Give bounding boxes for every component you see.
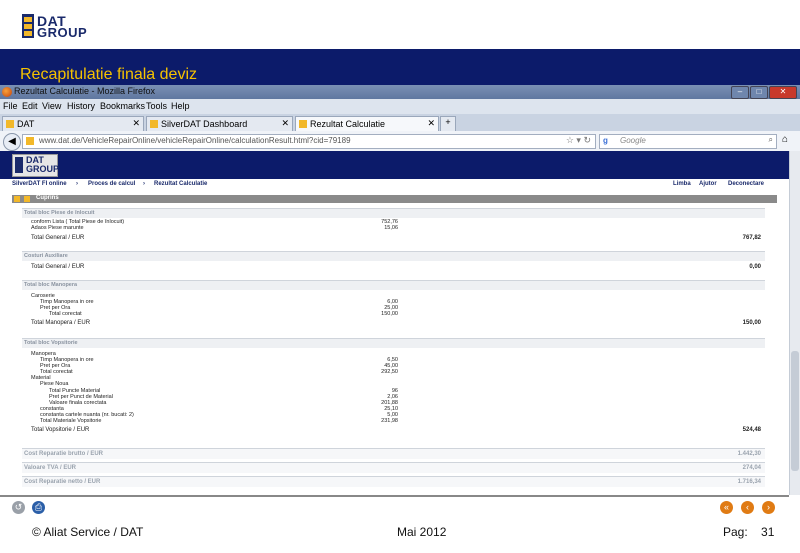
summary-tva: Valoare TVA / EUR 274,04 bbox=[22, 462, 765, 473]
close-tab-icon[interactable]: ✕ bbox=[281, 118, 289, 129]
close-window-button[interactable]: ✕ bbox=[769, 86, 797, 99]
footer-page: Pag: 31 bbox=[723, 525, 774, 539]
slide-title: Recapitulatie finala deviz bbox=[20, 66, 197, 83]
total-row: Total General / EUR 767,82 bbox=[31, 235, 761, 241]
table-row: Total corectat 150,00 bbox=[49, 311, 398, 317]
menu-tools[interactable]: Tools bbox=[146, 101, 167, 111]
new-tab-button[interactable]: + bbox=[440, 116, 456, 132]
total-row: Total Manopera / EUR 150,00 bbox=[31, 320, 761, 326]
section-header-cuprins[interactable]: Cuprins bbox=[12, 195, 777, 203]
tab-label: Rezultat Calculatie bbox=[310, 119, 386, 129]
section-piese-header: Total bloc Piese de înlocuit bbox=[22, 208, 765, 218]
navigation-bar: ◀ www.dat.de/VehicleRepairOnline/vehicle… bbox=[0, 131, 800, 152]
dat-group-logo: DAT GROUP bbox=[22, 13, 88, 40]
menu-edit[interactable]: Edit bbox=[22, 101, 38, 111]
app-logo-group: GROUP bbox=[26, 164, 60, 174]
first-page-icon[interactable]: « bbox=[720, 501, 733, 514]
home-icon[interactable]: ⌂ bbox=[782, 134, 788, 145]
link-deconectare[interactable]: Deconectare bbox=[728, 181, 764, 187]
tab-label: DAT bbox=[17, 119, 35, 129]
summary-netto: Cost Reparatie netto / EUR 1.716,34 bbox=[22, 476, 765, 487]
chevron-right-icon: › bbox=[76, 181, 78, 187]
menu-help[interactable]: Help bbox=[171, 101, 190, 111]
breadcrumb-item[interactable]: SilverDAT FI online bbox=[12, 181, 67, 187]
bookmark-star-icon[interactable]: ☆ ▾ ↻ bbox=[566, 135, 591, 146]
dat-favicon-icon bbox=[299, 120, 307, 128]
dat-favicon-icon bbox=[150, 120, 158, 128]
footer-page-number: 31 bbox=[761, 525, 775, 539]
dat-favicon-icon bbox=[6, 120, 14, 128]
page-action-bar: ↺ ⎙ « ‹ › bbox=[0, 495, 789, 519]
google-icon: g bbox=[603, 136, 608, 145]
table-row: Adaos Piese marunte 15,06 bbox=[31, 225, 398, 231]
refresh-icon[interactable]: ↺ bbox=[12, 501, 25, 514]
search-placeholder: Google bbox=[620, 136, 646, 145]
menu-bar: File Edit View History Bookmarks Tools H… bbox=[0, 99, 800, 114]
page-viewport: DAT GROUP SilverDAT FI online › Proces d… bbox=[0, 151, 789, 495]
section-vopsitorie-header: Total bloc Vopsitorie bbox=[22, 338, 765, 348]
menu-history[interactable]: History bbox=[67, 101, 95, 111]
menu-bookmarks[interactable]: Bookmarks bbox=[100, 101, 145, 111]
link-ajutor[interactable]: Ajutor bbox=[699, 181, 717, 187]
url-text: www.dat.de/VehicleRepairOnline/vehicleRe… bbox=[39, 136, 351, 145]
window-title: Rezultat Calculatie - Mozilla Firefox bbox=[14, 86, 156, 96]
back-button[interactable]: ◀ bbox=[3, 133, 21, 151]
previous-icon[interactable]: ‹ bbox=[741, 501, 754, 514]
logo-text-group: GROUP bbox=[37, 25, 88, 40]
site-favicon-icon bbox=[26, 137, 34, 145]
total-row: Total Vopsitorie / EUR 524,48 bbox=[31, 427, 761, 433]
link-limba[interactable]: Limba bbox=[673, 181, 691, 187]
section-title: Cuprins bbox=[36, 195, 59, 201]
tab-silverdat-dashboard[interactable]: SilverDAT Dashboard ✕ bbox=[146, 116, 293, 132]
window-titlebar: Rezultat Calculatie - Mozilla Firefox – … bbox=[0, 85, 800, 99]
expand-icon[interactable] bbox=[14, 196, 20, 202]
menu-file[interactable]: File bbox=[3, 101, 18, 111]
breadcrumb: SilverDAT FI online › Proces de calcul ›… bbox=[0, 179, 789, 190]
vertical-scrollbar[interactable] bbox=[789, 151, 800, 495]
plus-icon: + bbox=[445, 117, 451, 127]
breadcrumb-item: Rezultat Calculatie bbox=[154, 181, 208, 187]
print-icon[interactable]: ⎙ bbox=[32, 501, 45, 514]
total-row: Total General / EUR 0,00 bbox=[31, 264, 761, 270]
table-row: Piese Noua bbox=[40, 381, 69, 387]
tab-rezultat-calculatie[interactable]: Rezultat Calculatie ✕ bbox=[295, 116, 439, 132]
chevron-right-icon: › bbox=[143, 181, 145, 187]
section-manopera-header: Total bloc Manopera bbox=[22, 280, 765, 290]
section-auxiliare-header: Costuri Auxiliare bbox=[22, 251, 765, 261]
tab-label: SilverDAT Dashboard bbox=[161, 119, 248, 129]
firefox-icon bbox=[2, 87, 12, 97]
tab-dat[interactable]: DAT ✕ bbox=[2, 116, 144, 132]
app-banner: DAT GROUP bbox=[0, 151, 789, 179]
footer-date: Mai 2012 bbox=[397, 525, 447, 539]
menu-view[interactable]: View bbox=[42, 101, 61, 111]
footer-page-label: Pag: bbox=[723, 525, 748, 539]
close-tab-icon[interactable]: ✕ bbox=[427, 118, 435, 129]
tab-bar: DAT ✕ SilverDAT Dashboard ✕ Rezultat Cal… bbox=[0, 114, 800, 132]
summary-brutto: Cost Reparatie brutto / EUR 1.442,30 bbox=[22, 448, 765, 459]
logo-mark bbox=[22, 14, 34, 38]
breadcrumb-item[interactable]: Proces de calcul bbox=[88, 181, 135, 187]
minimize-button[interactable]: – bbox=[731, 86, 749, 99]
footer-copyright: © Aliat Service / DAT bbox=[32, 525, 144, 539]
browser-status-bar bbox=[0, 517, 800, 525]
star-icon[interactable] bbox=[24, 196, 30, 202]
search-icon[interactable]: ⌕ bbox=[769, 135, 773, 145]
url-bar[interactable]: www.dat.de/VehicleRepairOnline/vehicleRe… bbox=[22, 134, 596, 149]
search-input[interactable]: g Google ⌕ bbox=[599, 134, 777, 149]
maximize-button[interactable]: □ bbox=[750, 86, 768, 99]
arrow-left-icon: ◀ bbox=[8, 136, 16, 147]
next-icon[interactable]: › bbox=[762, 501, 775, 514]
table-row: Total Materiale Vopsitorie 231,98 bbox=[40, 418, 398, 424]
scrollbar-thumb[interactable] bbox=[791, 351, 799, 471]
logo-mark bbox=[15, 157, 23, 173]
close-tab-icon[interactable]: ✕ bbox=[132, 118, 140, 129]
app-logo: DAT GROUP bbox=[12, 154, 60, 177]
